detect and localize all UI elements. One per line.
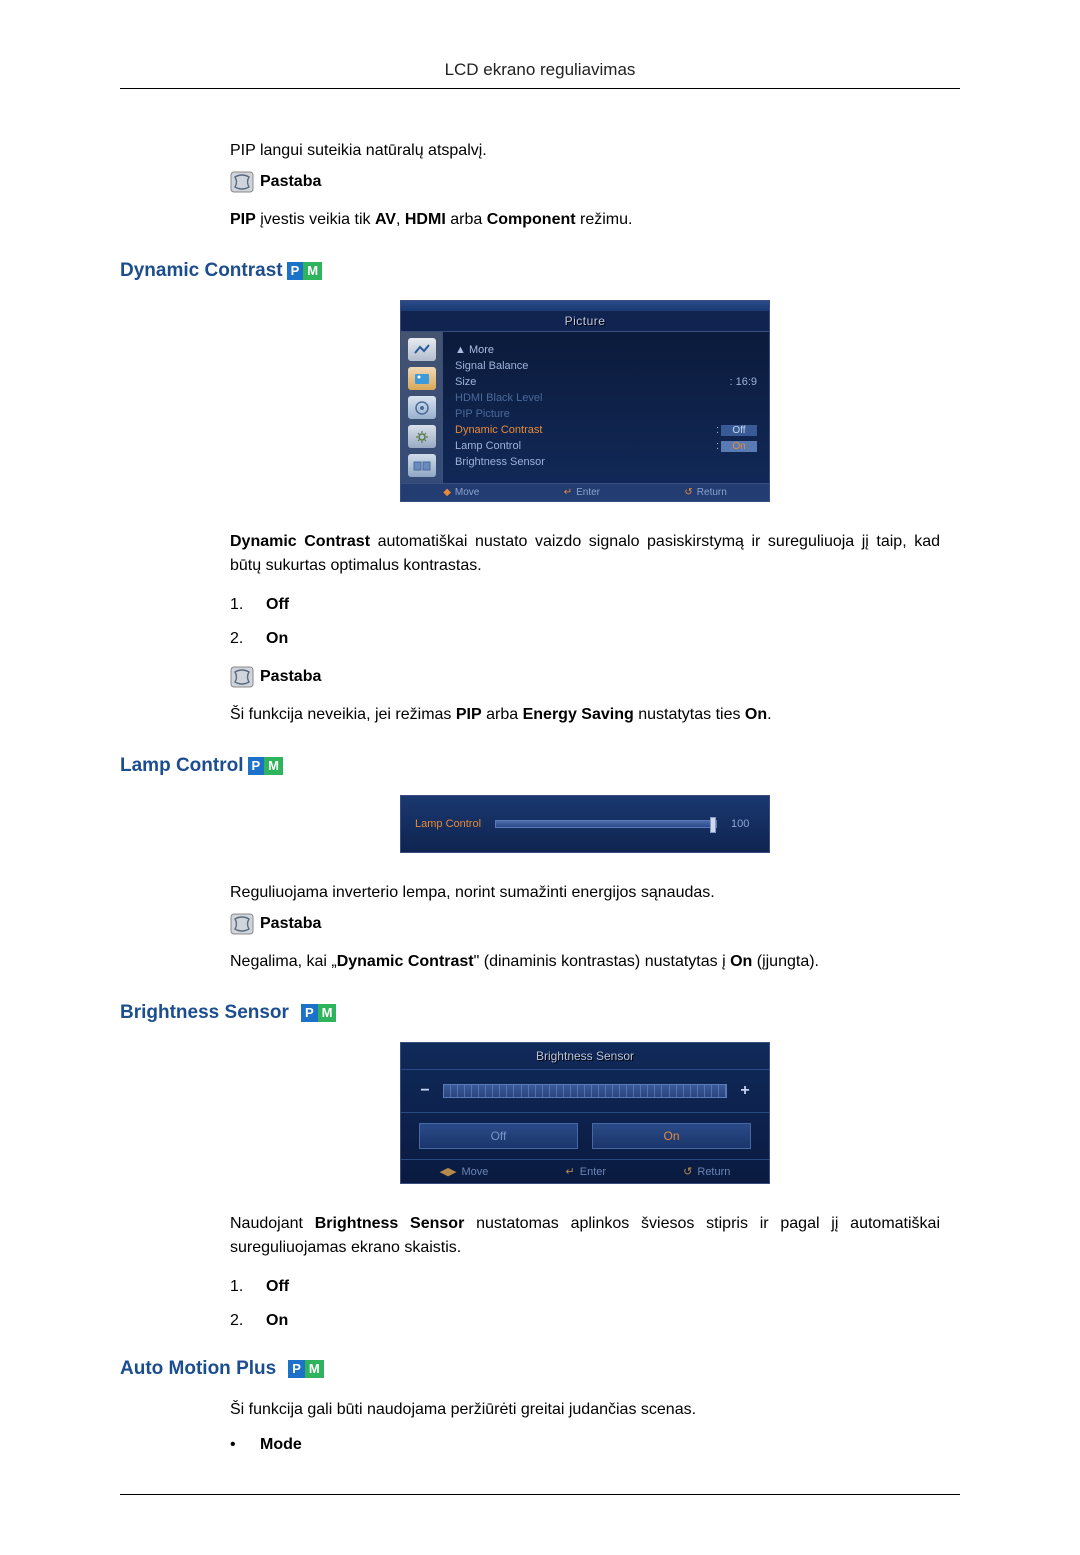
bs-title: Brightness Sensor [401,1043,769,1069]
note-label: Pastaba [260,173,321,191]
bs-footer: ◀▶Move ↵Enter ↺Return [401,1159,769,1183]
amp-bullets: • Mode [230,1436,940,1454]
osd-footer-return: ↺Return [684,487,726,498]
bs-buttons: Off On [401,1113,769,1159]
bs-on-button: On [592,1123,751,1149]
bs-option-off: 1. Off [230,1278,940,1296]
osd-input-icon [408,338,436,361]
bs-footer-return: ↺Return [683,1165,730,1178]
osd-title: Picture [401,311,769,332]
heading-lamp-control: Lamp Control PM [120,755,940,777]
osd-row-signal: Signal Balance [455,358,757,374]
dc-note: Ši funkcija neveikia, jei režimas PIP ar… [230,703,940,727]
osd-brightness-panel: Brightness Sensor − + Off On [400,1042,770,1184]
dc-desc: Dynamic Contrast automatiškai nustato va… [230,530,940,578]
lamp-slider-track [495,820,717,828]
osd-lamp-panel: Lamp Control 100 [400,795,770,853]
page-content: PIP langui suteikia natūralų atspalvį. P… [120,139,960,1495]
bs-options: 1. Off 2. On [230,1278,940,1330]
note-line-2: Pastaba [230,666,940,688]
note-label: Pastaba [260,915,321,933]
osd-picture-icon [408,367,436,390]
note-icon [230,171,254,193]
osd-row-hdmi-black: HDMI Black Level [455,390,757,406]
osd-picture-panel: Picture ▲ More [400,300,770,502]
osd-footer-enter: ↵Enter [564,487,600,498]
pm-badge-icon: PM [288,1360,324,1378]
bs-plus-icon: + [739,1082,751,1100]
osd-row-dynamic-contrast: Dynamic Contrast :Off [455,422,757,438]
dc-option-on: 2. On [230,630,940,648]
footer-rule [120,1494,960,1495]
pm-badge-icon: PM [301,1004,337,1022]
osd-multi-icon [408,454,436,477]
heading-dynamic-contrast: Dynamic Contrast PM [120,260,940,282]
osd-row-pip-picture: PIP Picture [455,406,757,422]
osd-sound-icon [408,396,436,419]
pip-bold: PIP [230,211,256,228]
bs-option-on: 2. On [230,1312,940,1330]
osd-row-lamp-control: Lamp Control :On [455,438,757,454]
bs-footer-enter: ↵Enter [566,1165,607,1178]
lamp-label: Lamp Control [415,818,481,830]
page-header: LCD ekrano reguliavimas [120,60,960,89]
note-line-1: Pastaba [230,171,940,193]
bs-minus-icon: − [419,1082,431,1100]
note-label: Pastaba [260,668,321,686]
lc-note: Negalima, kai „Dynamic Contrast" (dinami… [230,950,940,974]
note-icon [230,666,254,688]
bs-slider-track [443,1084,727,1098]
dc-options: 1. Off 2. On [230,596,940,648]
osd-footer: ◆Move ↵Enter ↺Return [401,483,769,501]
amp-desc: Ši funkcija gali būti naudojama peržiūrė… [230,1398,940,1422]
osd-setup-icon [408,425,436,448]
osd-footer-move: ◆Move [443,487,479,498]
intro-text: PIP langui suteikia natūralų atspalvį. [230,139,940,163]
osd-more: ▲ More [455,342,757,358]
lamp-slider-handle [710,817,716,833]
lc-desc: Reguliuojama inverterio lempa, norint su… [230,881,940,905]
pm-badge-icon: PM [287,262,323,280]
pm-badge-icon: PM [248,757,284,775]
bs-slider-row: − + [401,1069,769,1113]
heading-auto-motion-plus: Auto Motion Plus PM [120,1358,940,1380]
osd-icon-column [401,332,443,483]
note-line-3: Pastaba [230,913,940,935]
bs-footer-move: ◀▶Move [440,1165,489,1178]
bs-off-button: Off [419,1123,578,1149]
osd-row-brightness-sensor: Brightness Sensor [455,454,757,470]
heading-brightness-sensor: Brightness Sensor PM [120,1002,940,1024]
note-icon [230,913,254,935]
osd-menu-content: ▲ More Signal Balance Size : 16:9 HDMI B… [443,332,769,483]
bs-desc: Naudojant Brightness Sensor nustatomas a… [230,1212,940,1260]
lamp-value: 100 [731,818,755,830]
pip-note: PIP įvestis veikia tik AV, HDMI arba Com… [230,208,940,232]
osd-row-size: Size : 16:9 [455,374,757,390]
amp-mode-bullet: • Mode [230,1436,940,1454]
dc-option-off: 1. Off [230,596,940,614]
